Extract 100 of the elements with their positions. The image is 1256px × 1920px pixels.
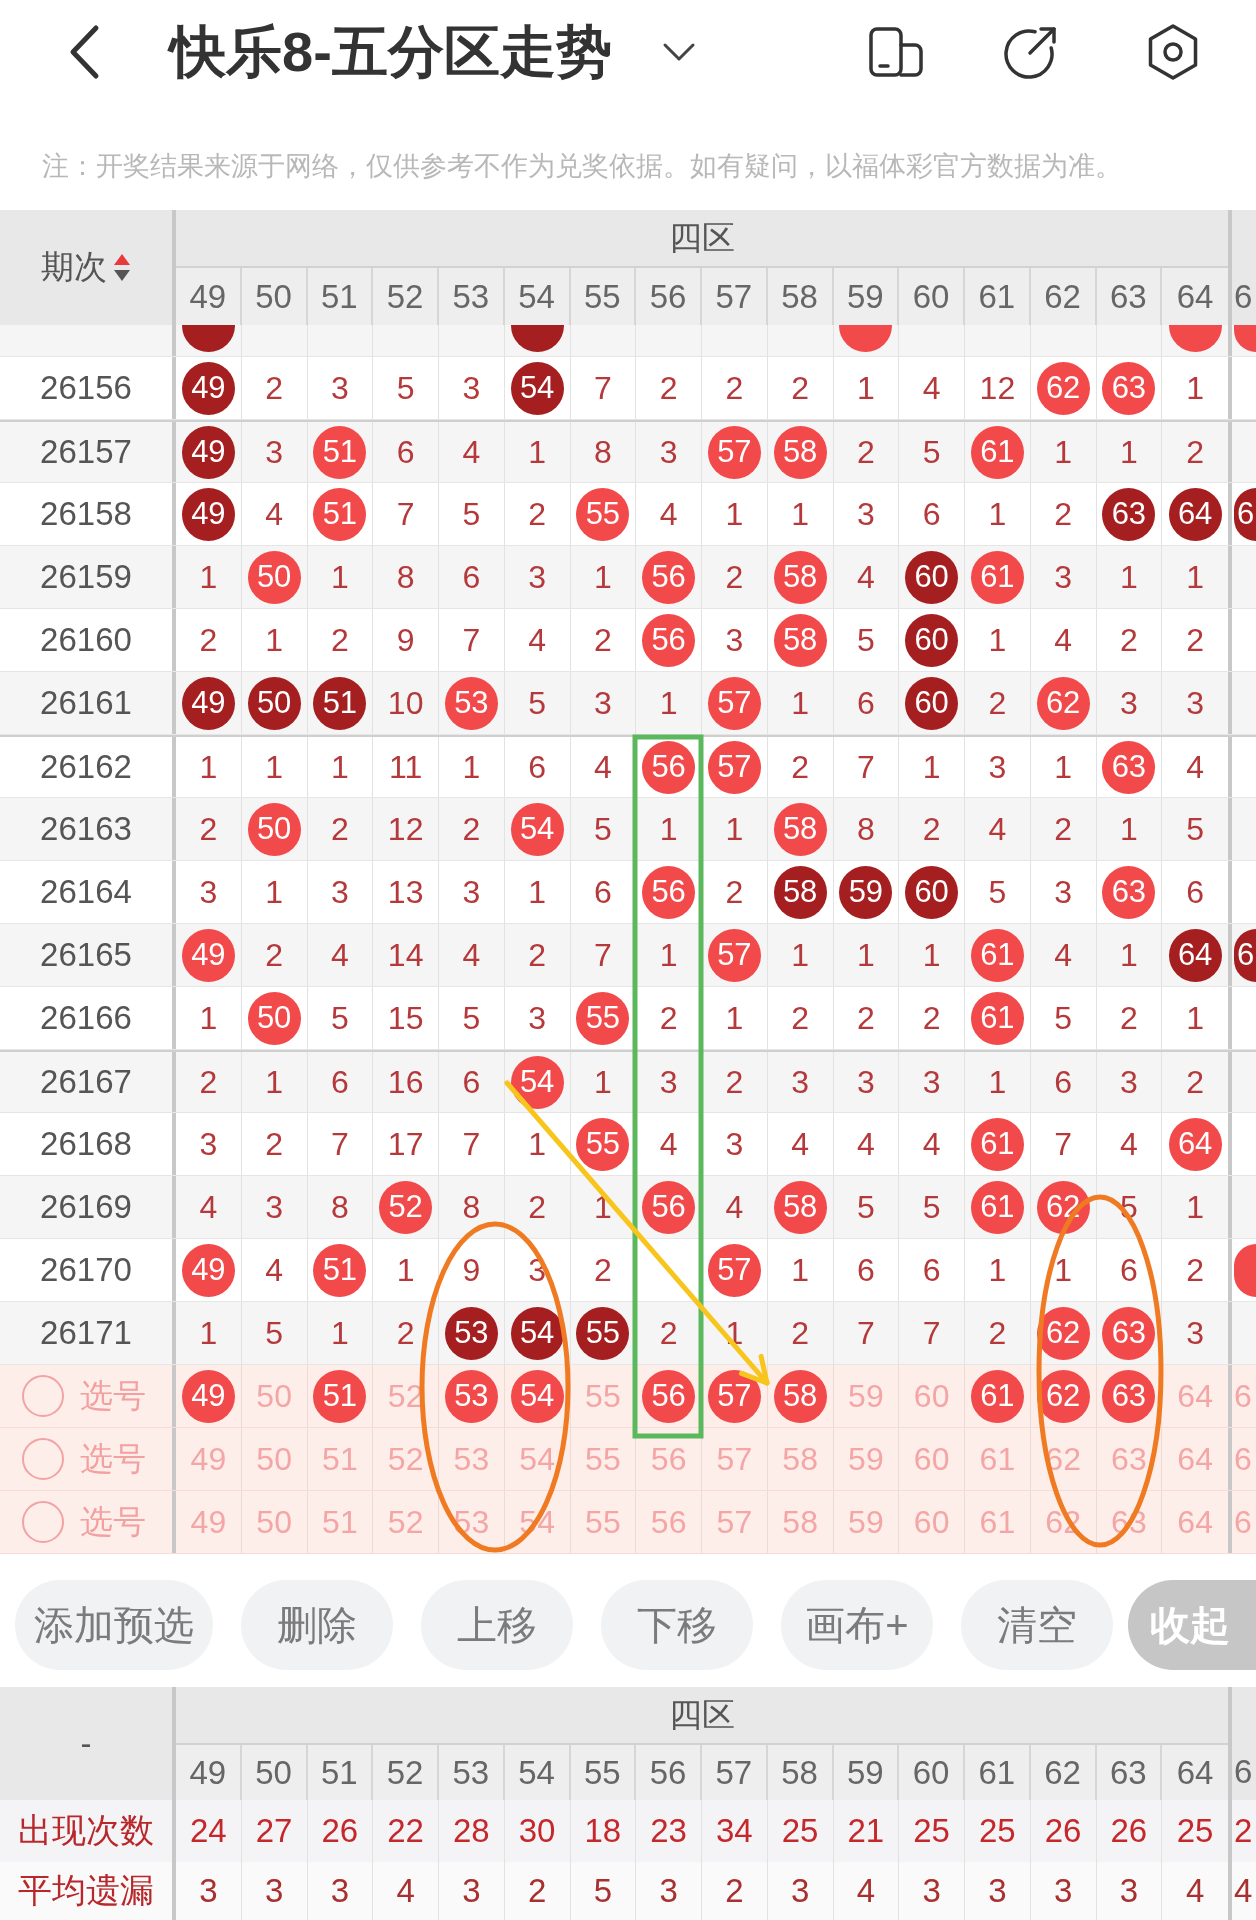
radio-button[interactable] <box>22 1375 64 1417</box>
toolbar-button[interactable]: 下移 <box>601 1580 753 1670</box>
table-cell: 3 <box>965 1862 1031 1920</box>
column-header: 60 <box>912 277 950 316</box>
number-ball: 55 <box>576 991 630 1045</box>
table-cell: 3 <box>833 483 900 545</box>
number-ball: 58 <box>773 865 827 919</box>
number-ball: 62 <box>1036 361 1090 415</box>
number-option[interactable]: 50 <box>256 1440 292 1478</box>
number-option[interactable]: 57 <box>716 1440 753 1478</box>
number-option[interactable]: 56 <box>650 1440 687 1478</box>
chevron-down-icon[interactable] <box>661 42 696 62</box>
number-option[interactable]: 64 <box>1177 1503 1213 1541</box>
number-option[interactable]: 58 <box>782 1440 818 1478</box>
number-option[interactable]: 59 <box>848 1377 884 1415</box>
number-option[interactable]: 60 <box>913 1503 950 1541</box>
number-ball: 63 <box>1102 487 1156 541</box>
table-cell: 5 <box>439 483 505 545</box>
number-option[interactable]: 57 <box>707 1369 761 1423</box>
table-cell: 2 <box>504 1862 571 1920</box>
number-option[interactable]: 55 <box>585 1440 621 1478</box>
number-option[interactable]: 52 <box>387 1440 424 1478</box>
number-option[interactable]: 51 <box>322 1440 358 1478</box>
column-header: 57 <box>715 1753 753 1792</box>
number-option[interactable]: 55 <box>585 1503 621 1541</box>
table-cell: 3 <box>833 1052 900 1112</box>
share-icon[interactable] <box>1002 24 1058 80</box>
table-cell-text: 3 <box>1185 1313 1205 1353</box>
table-cell: 6 <box>1096 1239 1163 1301</box>
number-option[interactable]: 61 <box>979 1503 1016 1541</box>
number-ball: 64 <box>1168 487 1222 541</box>
number-option[interactable]: 64 <box>1177 1377 1213 1415</box>
number-option[interactable]: 60 <box>913 1440 950 1478</box>
back-icon[interactable] <box>68 24 100 80</box>
number-option[interactable]: 60 <box>913 1377 950 1415</box>
table-cell: 1 <box>965 1239 1031 1301</box>
number-option[interactable]: 50 <box>256 1503 292 1541</box>
table-cell: 5 <box>899 1176 965 1238</box>
toolbar-button[interactable]: 删除 <box>241 1580 393 1670</box>
number-ball: 58 <box>773 1180 827 1234</box>
table-cell: 4 <box>307 924 374 986</box>
number-option[interactable]: 63 <box>1111 1440 1147 1478</box>
number-option[interactable]: 56 <box>650 1503 687 1541</box>
number-ball: 51 <box>313 676 367 730</box>
toolbar-button[interactable]: 清空 <box>961 1580 1113 1670</box>
number-option[interactable]: 56 <box>642 1369 696 1423</box>
number-ball: 60 <box>905 676 959 730</box>
number-ball: 51 <box>313 487 367 541</box>
toolbar-button[interactable]: 画布+ <box>781 1580 933 1670</box>
table-cell: 2 <box>241 357 308 419</box>
table-cell: 3 <box>241 1862 308 1920</box>
number-option[interactable]: 58 <box>773 1369 827 1423</box>
number-option[interactable]: 49 <box>190 1503 227 1541</box>
table-cell: 6 <box>307 1052 374 1112</box>
number-option[interactable]: 54 <box>519 1440 555 1478</box>
number-option[interactable]: 61 <box>979 1440 1016 1478</box>
settings-icon[interactable] <box>1146 23 1200 81</box>
number-option[interactable]: 57 <box>716 1503 753 1541</box>
collapse-button[interactable]: 收起 <box>1128 1580 1256 1670</box>
table-cell: 7 <box>570 924 637 986</box>
number-option[interactable]: 55 <box>585 1377 621 1415</box>
number-option[interactable]: 6 <box>1234 1377 1252 1415</box>
table-cell: 3 <box>504 546 571 608</box>
number-option[interactable]: 53 <box>453 1440 490 1478</box>
phone-tablet-icon[interactable] <box>869 27 923 77</box>
number-ball: 52 <box>379 1180 433 1234</box>
radio-button[interactable] <box>22 1438 64 1480</box>
toolbar-button[interactable]: 添加预选 <box>15 1580 213 1670</box>
number-option[interactable]: 52 <box>387 1377 424 1415</box>
table-cell: 3 <box>1030 861 1097 923</box>
table-cell-text: 2 <box>1185 432 1205 472</box>
number-option[interactable]: 59 <box>848 1503 884 1541</box>
number-option[interactable]: 49 <box>181 1369 235 1423</box>
number-option[interactable]: 6 <box>1234 1440 1252 1478</box>
table-cell: 5 <box>570 1862 637 1920</box>
notice-text: 注：开奖结果来源于网络，仅供参考不作为兑奖依据。如有疑问，以福体彩官方数据为准。 <box>42 151 1122 181</box>
number-option[interactable]: 50 <box>256 1377 292 1415</box>
number-ball: 57 <box>707 740 761 794</box>
toolbar-button[interactable]: 上移 <box>421 1580 573 1670</box>
table-cell-text: 6 <box>1185 872 1205 912</box>
number-option[interactable]: 51 <box>322 1503 358 1541</box>
number-ball: 63 <box>1102 361 1156 415</box>
number-option[interactable]: 52 <box>387 1503 424 1541</box>
number-option[interactable]: 64 <box>1177 1440 1213 1478</box>
table-cell: 2 <box>176 1052 242 1112</box>
number-option[interactable]: 59 <box>848 1440 884 1478</box>
number-ball: 57 <box>707 1243 761 1297</box>
table-cell: 1 <box>767 1239 834 1301</box>
number-option[interactable]: 51 <box>313 1369 367 1423</box>
number-ball: 55 <box>576 487 630 541</box>
number-option[interactable]: 6 <box>1234 1503 1252 1541</box>
number-option[interactable]: 54 <box>510 1369 564 1423</box>
number-option[interactable]: 61 <box>970 1369 1024 1423</box>
number-option[interactable]: 58 <box>782 1503 818 1541</box>
radio-button[interactable] <box>22 1501 64 1543</box>
number-option[interactable]: 49 <box>190 1440 227 1478</box>
number-option[interactable]: 63 <box>1102 1369 1156 1423</box>
table-cell: 1 <box>307 1302 374 1364</box>
number-option[interactable]: 53 <box>444 1369 498 1423</box>
table-cell: 4 <box>636 1113 702 1175</box>
